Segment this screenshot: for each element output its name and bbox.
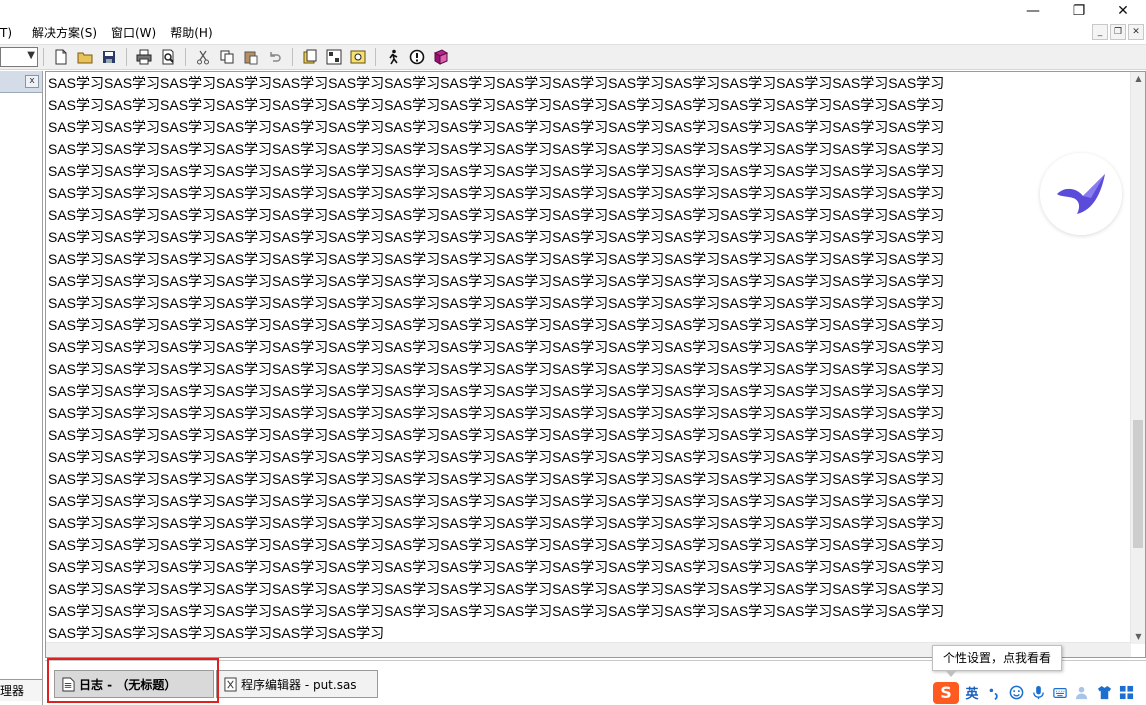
break-icon[interactable] bbox=[406, 46, 428, 68]
log-line: SAS学习SAS学习SAS学习SAS学习SAS学习SAS学习SAS学习SAS学习… bbox=[48, 427, 945, 443]
log-line: SAS学习SAS学习SAS学习SAS学习SAS学习SAS学习SAS学习SAS学习… bbox=[48, 251, 945, 267]
log-line: SAS学习SAS学习SAS学习SAS学习SAS学习SAS学习SAS学习SAS学习… bbox=[48, 405, 945, 421]
save-icon[interactable] bbox=[98, 46, 120, 68]
explorer-panel: x 理器 bbox=[0, 71, 43, 705]
log-line: SAS学习SAS学习SAS学习SAS学习SAS学习SAS学习SAS学习SAS学习… bbox=[48, 493, 945, 509]
log-window: SAS学习SAS学习SAS学习SAS学习SAS学习SAS学习SAS学习SAS学习… bbox=[45, 71, 1146, 658]
log-line: SAS学习SAS学习SAS学习SAS学习SAS学习SAS学习SAS学习SAS学习… bbox=[48, 471, 945, 487]
mdi-minimize-button[interactable]: _ bbox=[1092, 24, 1108, 40]
help-book-icon[interactable] bbox=[430, 46, 452, 68]
toolbox-icon[interactable] bbox=[1117, 684, 1135, 702]
toolbar-separator bbox=[375, 48, 376, 66]
log-line: SAS学习SAS学习SAS学习SAS学习SAS学习SAS学习SAS学习SAS学习… bbox=[48, 295, 945, 311]
command-combo[interactable]: ▼ bbox=[0, 47, 38, 67]
explorer-tab[interactable]: 理器 bbox=[0, 679, 42, 701]
toolbar-separator bbox=[185, 48, 186, 66]
chevron-down-icon: ▼ bbox=[27, 50, 35, 61]
log-line: SAS学习SAS学习SAS学习SAS学习SAS学习SAS学习SAS学习SAS学习… bbox=[48, 185, 945, 201]
tab-log-label: 日志 - （无标题） bbox=[79, 677, 177, 692]
log-line: SAS学习SAS学习SAS学习SAS学习SAS学习SAS学习SAS学习SAS学习… bbox=[48, 339, 945, 355]
mdi-controls: _ ❐ ✕ bbox=[1092, 24, 1144, 40]
menu-help[interactable]: 帮助(H) bbox=[163, 22, 219, 44]
log-line: SAS学习SAS学习SAS学习SAS学习SAS学习SAS学习SAS学习SAS学习… bbox=[48, 141, 945, 157]
close-button[interactable]: ✕ bbox=[1100, 0, 1146, 22]
bird-icon bbox=[1057, 174, 1105, 214]
paste-icon[interactable] bbox=[240, 46, 262, 68]
new-document-icon[interactable] bbox=[50, 46, 72, 68]
keyboard-icon[interactable] bbox=[1051, 684, 1069, 702]
tab-log[interactable]: 日志 - （无标题） bbox=[54, 670, 214, 698]
emoji-icon[interactable] bbox=[1007, 684, 1025, 702]
panel-close-button[interactable]: x bbox=[25, 75, 39, 88]
ime-toolbar: S 英 bbox=[933, 680, 1146, 705]
minimize-button[interactable]: — bbox=[1010, 0, 1056, 22]
punctuation-icon[interactable] bbox=[985, 684, 1003, 702]
menu-window[interactable]: 窗口(W) bbox=[104, 22, 163, 44]
ime-tooltip: 个性设置，点我看看 bbox=[932, 645, 1062, 677]
libraries-icon[interactable] bbox=[299, 46, 321, 68]
log-document-icon bbox=[61, 676, 75, 692]
mdi-close-button[interactable]: ✕ bbox=[1128, 24, 1144, 40]
log-line: SAS学习SAS学习SAS学习SAS学习SAS学习SAS学习SAS学习SAS学习… bbox=[48, 581, 945, 597]
scroll-up-icon[interactable]: ▲ bbox=[1133, 72, 1144, 86]
undo-icon[interactable] bbox=[264, 46, 286, 68]
floating-bird-badge[interactable] bbox=[1040, 153, 1122, 235]
tab-program-editor-label: 程序编辑器 - put.sas bbox=[241, 677, 357, 692]
toolbar-separator bbox=[43, 48, 44, 66]
log-line: SAS学习SAS学习SAS学习SAS学习SAS学习SAS学习SAS学习SAS学习… bbox=[48, 229, 945, 245]
submit-run-icon[interactable] bbox=[382, 46, 404, 68]
cut-icon[interactable] bbox=[192, 46, 214, 68]
menu-solutions[interactable]: 解决方案(S) bbox=[25, 22, 104, 44]
log-line: SAS学习SAS学习SAS学习SAS学习SAS学习SAS学习SAS学习SAS学习… bbox=[48, 603, 945, 619]
log-line: SAS学习SAS学习SAS学习SAS学习SAS学习SAS学习SAS学习SAS学习… bbox=[48, 515, 945, 531]
log-line: SAS学习SAS学习SAS学习SAS学习SAS学习SAS学习SAS学习SAS学习… bbox=[48, 97, 945, 113]
language-toggle[interactable]: 英 bbox=[963, 684, 981, 702]
log-line: SAS学习SAS学习SAS学习SAS学习SAS学习SAS学习SAS学习SAS学习… bbox=[48, 361, 945, 377]
editor-document-icon bbox=[223, 676, 237, 692]
restore-button[interactable]: ❐ bbox=[1056, 0, 1102, 22]
log-line: SAS学习SAS学习SAS学习SAS学习SAS学习SAS学习SAS学习SAS学习… bbox=[48, 207, 945, 223]
log-line: SAS学习SAS学习SAS学习SAS学习SAS学习SAS学习SAS学习SAS学习… bbox=[48, 273, 945, 289]
microphone-icon[interactable] bbox=[1029, 684, 1047, 702]
skin-icon[interactable] bbox=[1095, 684, 1113, 702]
sogou-logo-icon[interactable]: S bbox=[933, 681, 959, 704]
log-line: SAS学习SAS学习SAS学习SAS学习SAS学习SAS学习SAS学习SAS学习… bbox=[48, 537, 945, 553]
toolbar-separator bbox=[126, 48, 127, 66]
log-line: SAS学习SAS学习SAS学习SAS学习SAS学习SAS学习SAS学习SAS学习… bbox=[48, 559, 945, 575]
tab-program-editor[interactable]: 程序编辑器 - put.sas bbox=[216, 670, 378, 698]
user-icon[interactable] bbox=[1073, 684, 1091, 702]
scroll-down-icon[interactable]: ▼ bbox=[1133, 630, 1144, 644]
log-line: SAS学习SAS学习SAS学习SAS学习SAS学习SAS学习SAS学习SAS学习… bbox=[48, 75, 945, 91]
find-icon[interactable] bbox=[347, 46, 369, 68]
explorer-icon[interactable] bbox=[323, 46, 345, 68]
menu-tools[interactable]: T) bbox=[0, 22, 19, 44]
log-line: SAS学习SAS学习SAS学习SAS学习SAS学习SAS学习 bbox=[48, 625, 385, 641]
print-icon[interactable] bbox=[133, 46, 155, 68]
title-bar: — ❐ ✕ bbox=[0, 0, 1146, 22]
log-line: SAS学习SAS学习SAS学习SAS学习SAS学习SAS学习SAS学习SAS学习… bbox=[48, 317, 945, 333]
open-folder-icon[interactable] bbox=[74, 46, 96, 68]
menu-bar: T) 解决方案(S) 窗口(W) 帮助(H) bbox=[0, 22, 1146, 44]
explorer-panel-title: x bbox=[0, 71, 42, 93]
log-text-area[interactable]: SAS学习SAS学习SAS学习SAS学习SAS学习SAS学习SAS学习SAS学习… bbox=[48, 72, 1133, 644]
print-preview-icon[interactable] bbox=[157, 46, 179, 68]
toolbar: ▼ bbox=[0, 44, 1146, 70]
log-line: SAS学习SAS学习SAS学习SAS学习SAS学习SAS学习SAS学习SAS学习… bbox=[48, 449, 945, 465]
copy-icon[interactable] bbox=[216, 46, 238, 68]
log-line: SAS学习SAS学习SAS学习SAS学习SAS学习SAS学习SAS学习SAS学习… bbox=[48, 163, 945, 179]
mdi-restore-button[interactable]: ❐ bbox=[1110, 24, 1126, 40]
scrollbar-thumb[interactable] bbox=[1133, 420, 1143, 548]
log-line: SAS学习SAS学习SAS学习SAS学习SAS学习SAS学习SAS学习SAS学习… bbox=[48, 119, 945, 135]
vertical-scrollbar[interactable]: ▲ ▼ bbox=[1130, 72, 1145, 644]
log-line: SAS学习SAS学习SAS学习SAS学习SAS学习SAS学习SAS学习SAS学习… bbox=[48, 383, 945, 399]
toolbar-separator bbox=[292, 48, 293, 66]
